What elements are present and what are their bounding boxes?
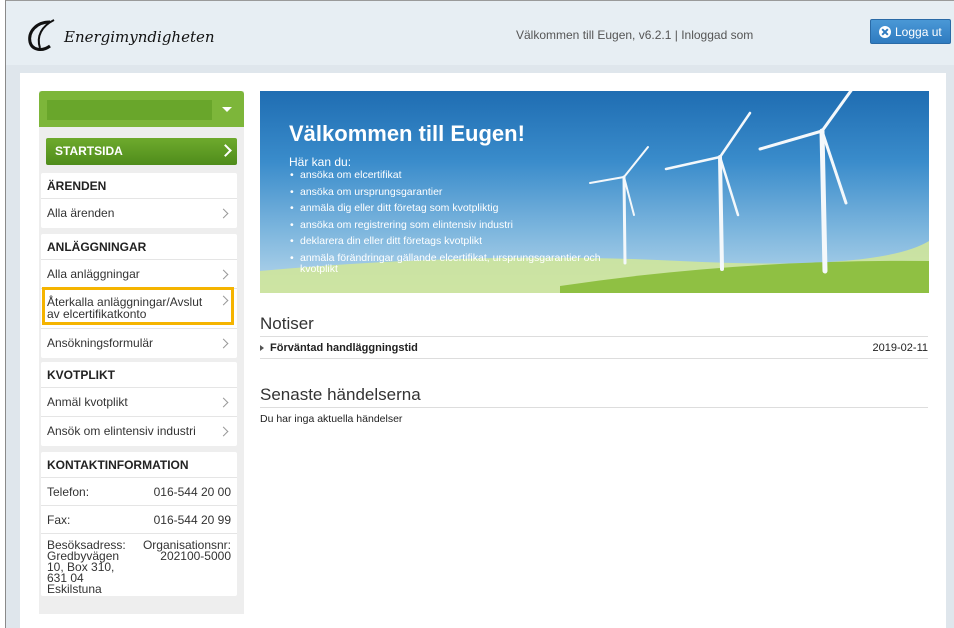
banner-list-item: anmäla förändringar gällande elcertifika… [289,252,609,276]
chevron-right-icon [219,144,232,157]
logo-swoosh-icon [28,19,55,51]
section-kvotplikt: KVOTPLIKT Anmäl kvotplikt Ansök om elint… [41,362,237,446]
sidebar-item-alla-arenden[interactable]: Alla ärenden [41,199,237,228]
highlight-box [42,287,234,325]
notice-title: Förväntad handläggningstid [270,342,418,354]
start-page-label: STARTSIDA [55,144,123,158]
chevron-right-icon [218,208,229,219]
banner-title: Välkommen till Eugen! [289,121,525,146]
org-number-value: 202100-5000 [160,549,231,563]
section-title: ÄRENDEN [41,173,237,199]
user-select-dropdown[interactable] [39,91,244,127]
notices-divider [260,336,928,337]
logout-button[interactable]: Logga ut [870,19,951,44]
fax-value: 016-544 20 99 [153,513,231,527]
visit-address-block: Besöksadress: Gredbyvägen 10, Box 310, 6… [47,539,137,596]
contact-phone: Telefon: 016-544 20 00 [41,478,237,506]
banner-list-item: deklarera din eller ditt företags kvotpl… [289,235,609,248]
notices-title: Notiser [260,314,314,333]
section-title: KVOTPLIKT [41,362,237,388]
sidebar-item-label: Ansökningsformulär [47,336,154,350]
section-title: ANLÄGGNINGAR [41,234,237,260]
sidebar-item-anmal-kvotplikt[interactable]: Anmäl kvotplikt [41,388,237,417]
sidebar-item-ansokningsformular[interactable]: Ansökningsformulär [41,329,237,358]
logo-text: Energimyndigheten [64,28,215,46]
logout-label: Logga ut [895,25,942,39]
org-number-block: Organisationsnr: 202100-5000 [143,539,231,563]
visit-address-value: Gredbyvägen 10, Box 310, 631 04 Eskilstu… [47,549,120,596]
section-kontaktinformation: KONTAKTINFORMATION Telefon: 016-544 20 0… [41,452,237,596]
section-title: KONTAKTINFORMATION [41,452,237,478]
chevron-right-icon [218,338,229,349]
chevron-right-icon [218,426,229,437]
user-select-value [47,100,212,120]
notice-date: 2019-02-11 [872,342,928,354]
sidebar-item-elintensiv-industri[interactable]: Ansök om elintensiv industri [41,417,237,446]
close-circle-icon [879,26,891,38]
section-arenden: ÄRENDEN Alla ärenden [41,173,237,228]
sidebar-item-label: Alla anläggningar [47,267,140,281]
sidebar-item-label: Ansök om elintensiv industri [47,424,196,438]
banner-list-item: anmäla dig eller ditt företag som kvotpl… [289,202,609,215]
welcome-banner: Välkommen till Eugen! Här kan du: ansöka… [260,91,929,293]
phone-value: 016-544 20 00 [153,485,231,499]
chevron-right-icon [218,397,229,408]
chevron-right-icon [218,269,229,280]
chevron-down-icon [222,107,232,112]
sidebar: STARTSIDA ÄRENDEN Alla ärenden ANLÄGGNIN… [39,91,244,614]
notice-divider [260,358,928,359]
banner-list-item: ansöka om ursprungsgarantier [289,186,609,199]
events-title: Senaste händelserna [260,385,421,404]
notice-item[interactable]: Förväntad handläggningstid 2019-02-11 [260,341,928,357]
start-page-button[interactable]: STARTSIDA [46,138,237,165]
header: Energimyndigheten Välkommen till Eugen, … [6,1,954,65]
contact-fax: Fax: 016-544 20 99 [41,506,237,534]
banner-list-item: ansöka om registrering som elintensiv in… [289,219,609,232]
events-empty-text: Du har inga aktuella händelser [260,413,403,425]
energimyndigheten-logo[interactable]: Energimyndigheten [26,18,216,54]
sidebar-item-label: Alla ärenden [47,206,115,220]
banner-list-item: ansöka om elcertifikat [289,169,609,182]
banner-list: ansöka om elcertifikat ansöka om ursprun… [289,169,609,281]
sidebar-item-label: Anmäl kvotplikt [47,395,128,409]
banner-subtitle: Här kan du: [289,155,352,169]
welcome-text: Välkommen till Eugen, v6.2.1 | Inloggad … [516,28,754,42]
contact-address: Besöksadress: Gredbyvägen 10, Box 310, 6… [41,534,237,596]
events-divider [260,407,928,408]
expand-triangle-icon [260,345,264,351]
phone-label: Telefon: [47,485,90,499]
fax-label: Fax: [47,513,71,527]
sidebar-item-alla-anlaggningar[interactable]: Alla anläggningar [41,260,237,289]
